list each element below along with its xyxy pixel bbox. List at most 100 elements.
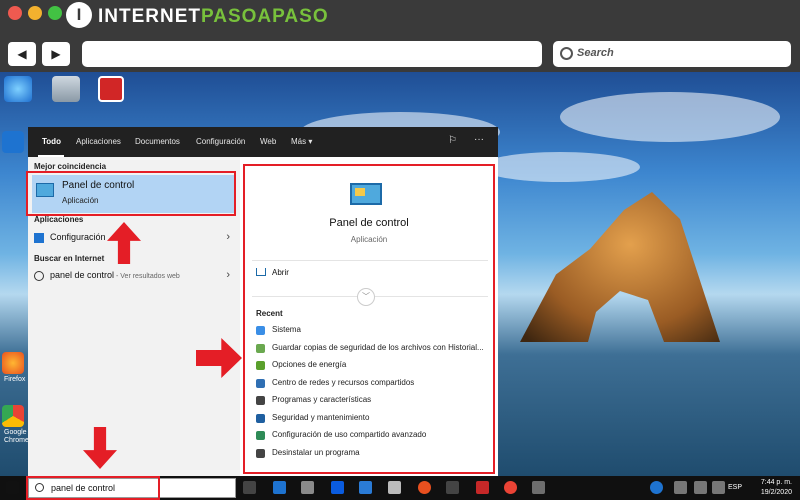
taskbar-search-text: panel de control	[51, 483, 116, 493]
chevron-right-icon[interactable]: ›	[226, 231, 230, 243]
open-icon	[256, 268, 266, 276]
recent-item-icon	[256, 343, 265, 353]
language-indicator[interactable]: ESP	[728, 484, 742, 491]
store-taskbar-icon[interactable]	[301, 481, 314, 494]
minimize-window-dot[interactable]	[28, 6, 42, 20]
control-panel-icon	[36, 183, 54, 197]
recent-item-icon	[256, 431, 265, 440]
app-result-label: Configuración	[50, 232, 106, 242]
app2-taskbar-icon[interactable]	[476, 481, 489, 494]
clock-date: 19/2/2020	[760, 489, 792, 496]
best-match-result[interactable]: Panel de control Aplicación	[32, 175, 236, 213]
result-preview-pane: Panel de control Aplicación Abrir ﹀ Rece…	[240, 157, 498, 476]
firefox-taskbar-icon[interactable]	[418, 481, 431, 494]
clock-time: 7:44 p. m.	[760, 479, 792, 486]
mail-taskbar-icon[interactable]	[388, 481, 401, 494]
address-bar[interactable]	[82, 41, 542, 67]
taskbar-search-input[interactable]: panel de control	[28, 478, 236, 498]
start-search-panel: Todo Aplicaciones Documentos Configuraci…	[28, 127, 498, 476]
recent-item[interactable]: Centro de redes y recursos compartidos	[256, 377, 496, 391]
control-panel-large-icon	[350, 183, 382, 205]
forward-button[interactable]: ▶	[42, 42, 70, 66]
recent-item-label: Opciones de energía	[272, 360, 347, 369]
edge-taskbar-icon[interactable]	[273, 481, 286, 494]
chrome-taskbar-icon[interactable]	[504, 481, 517, 494]
brand-part1: INTERNET	[98, 6, 201, 27]
desktop-icons	[0, 72, 140, 112]
recent-item-label: Desinstalar un programa	[272, 447, 360, 457]
desktop-side-apps: Firefox Google Chrome	[0, 127, 29, 457]
recent-item[interactable]: Desinstalar un programa	[256, 447, 496, 461]
brand-part2: PASOAPASO	[201, 6, 329, 27]
web-query: panel de control	[50, 270, 115, 280]
recent-item-label: Configuración de uso compartido avanzado	[272, 430, 427, 439]
firefox-label: Firefox	[4, 376, 26, 383]
task-view-icon[interactable]	[243, 481, 256, 494]
folder-taskbar-icon[interactable]	[446, 481, 459, 494]
chrome-icon[interactable]	[2, 405, 24, 427]
rock-arch-image	[520, 192, 720, 342]
web-hint: - Ver resultados web	[114, 273, 180, 280]
recent-item[interactable]: Sistema	[256, 324, 496, 338]
search-icon	[35, 483, 44, 492]
more-options-icon[interactable]: ···	[474, 134, 484, 145]
recent-item[interactable]: Seguridad y mantenimiento	[256, 412, 496, 426]
browser-search-box[interactable]: Search	[553, 41, 791, 67]
chevron-right-icon[interactable]: ›	[226, 269, 230, 281]
preview-subtitle: Aplicación	[350, 235, 388, 244]
clock[interactable]: 7:44 p. m. 19/2/2020	[748, 478, 792, 498]
app3-taskbar-icon[interactable]	[532, 481, 545, 494]
tab-configuracion[interactable]: Configuración	[196, 137, 245, 146]
maximize-window-dot[interactable]	[48, 6, 62, 20]
apps-heading: Aplicaciones	[34, 215, 84, 224]
recent-item-label: Guardar copias de seguridad de los archi…	[272, 342, 484, 352]
cloud	[480, 152, 640, 182]
help-icon[interactable]	[650, 481, 663, 494]
recent-item-label: Seguridad y mantenimiento	[272, 412, 370, 422]
web-result[interactable]: panel de control - Ver resultados web ›	[28, 267, 240, 285]
feedback-icon[interactable]: ⚐	[448, 135, 457, 146]
preview-title: Panel de control	[329, 217, 409, 229]
firefox-icon[interactable]	[2, 352, 24, 374]
close-window-dot[interactable]	[8, 6, 22, 20]
search-filter-tabs: Todo Aplicaciones Documentos Configuraci…	[28, 127, 498, 157]
best-match-subtitle: Aplicación	[62, 196, 99, 205]
search-results-list: Mejor coincidencia Panel de control Apli…	[28, 157, 240, 476]
tab-aplicaciones[interactable]: Aplicaciones	[76, 137, 121, 146]
tab-mas[interactable]: Más ▾	[291, 137, 312, 146]
tab-todo[interactable]: Todo	[42, 137, 61, 146]
open-action[interactable]: Abrir	[272, 268, 289, 277]
taskbar: panel de control ESP 7:44 p. m. 19/2/202…	[0, 476, 800, 500]
search-icon	[560, 47, 573, 60]
edge-icon[interactable]	[2, 131, 24, 153]
recent-item-label: Programas y características	[272, 395, 372, 404]
app-taskbar-icon[interactable]	[359, 481, 372, 494]
network-icon[interactable]	[674, 481, 687, 494]
recent-item[interactable]: Guardar copias de seguridad de los archi…	[256, 342, 496, 356]
browser-navbar: ◀ ▶ Search	[0, 36, 800, 72]
cloud	[560, 92, 780, 142]
chrome-label: Google Chrome	[4, 429, 29, 444]
windows-start-icon[interactable]	[6, 481, 19, 494]
recycle-bin-icon[interactable]	[52, 76, 80, 102]
web-result-label: panel de control - Ver resultados web	[50, 270, 180, 280]
volume-icon[interactable]	[694, 481, 707, 494]
tab-web[interactable]: Web	[260, 137, 276, 146]
dropbox-taskbar-icon[interactable]	[331, 481, 344, 494]
search-label: Search	[577, 47, 614, 59]
internet-explorer-icon[interactable]	[4, 76, 32, 102]
best-match-title: Panel de control	[62, 180, 135, 191]
recent-item-icon	[256, 378, 265, 388]
brand-logo-icon: I	[66, 2, 92, 28]
recent-item[interactable]: Configuración de uso compartido avanzado	[256, 429, 496, 443]
tab-documentos[interactable]: Documentos	[135, 137, 180, 146]
recent-item-icon	[256, 448, 265, 458]
recent-item[interactable]: Opciones de energía	[256, 359, 496, 373]
recent-item[interactable]: Programas y características	[256, 394, 496, 408]
divider	[252, 260, 488, 261]
chevron-down-icon[interactable]: ﹀	[357, 288, 375, 306]
back-button[interactable]: ◀	[8, 42, 36, 66]
recent-heading: Recent	[256, 309, 283, 318]
creative-cloud-icon[interactable]	[98, 76, 124, 102]
battery-icon[interactable]	[712, 481, 725, 494]
